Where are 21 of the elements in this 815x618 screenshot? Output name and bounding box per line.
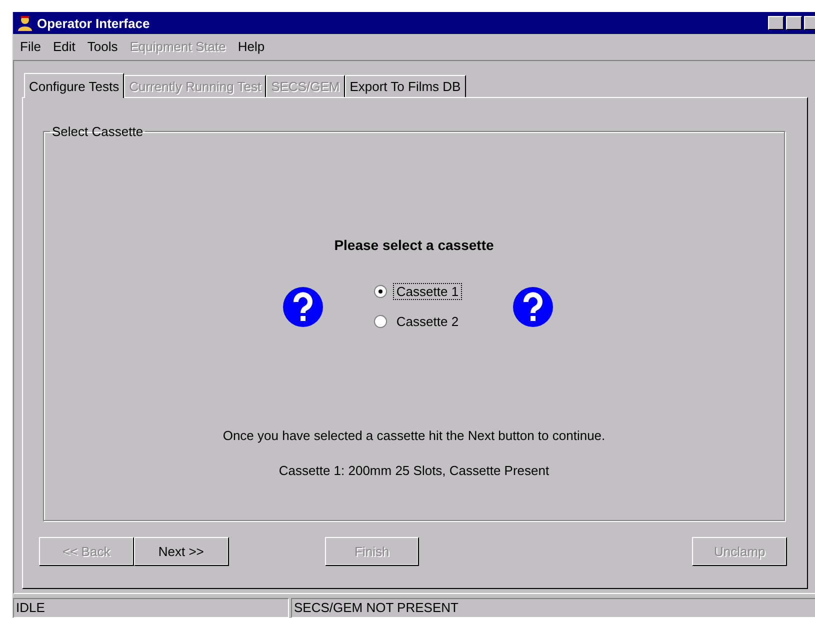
tab[interactable]: Configure Tests	[24, 73, 124, 98]
menu-item[interactable]: Edit	[48, 38, 80, 54]
heading: Please select a cassette	[334, 237, 494, 253]
help-icon	[512, 286, 554, 328]
status-pane: IDLE	[13, 598, 289, 618]
instruction-text: Once you have selected a cassette hit the Next button to continue.	[222, 428, 606, 443]
menu-item[interactable]: Tools	[82, 38, 123, 54]
help-icon	[282, 286, 324, 328]
radio-label[interactable]: Cassette 1	[393, 283, 462, 300]
menu-item[interactable]: Help	[232, 38, 270, 54]
cassette-status: Cassette 1: 200mm 25 Slots, Cassette Present	[278, 463, 550, 478]
menu-item[interactable]: File	[15, 38, 46, 54]
radio-button[interactable]	[374, 285, 388, 298]
window-title: Operator Interface	[37, 16, 150, 30]
group-title: Select Cassette	[51, 124, 144, 139]
tab[interactable]: Export To Films DB	[344, 75, 466, 97]
radio-button[interactable]	[374, 315, 388, 328]
person-icon	[17, 15, 33, 31]
status-pane: SECS/GEM NOT PRESENT	[291, 598, 815, 618]
radio-label[interactable]: Cassette 2	[393, 313, 462, 330]
wizard-button[interactable]: Next >>	[134, 537, 228, 566]
